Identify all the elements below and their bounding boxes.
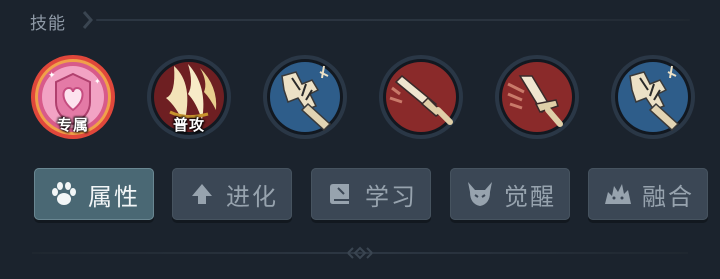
skill-5[interactable]	[494, 54, 580, 140]
paw-icon	[52, 182, 76, 205]
chevron-right-icon	[82, 11, 93, 29]
tab-awaken-label: 觉醒	[504, 182, 556, 211]
svg-text:✦: ✦	[48, 71, 56, 81]
skill-3[interactable]	[262, 54, 348, 140]
book-icon	[330, 184, 349, 204]
tab-learn[interactable]: 学习	[311, 168, 431, 220]
tab-evolve[interactable]: 进化	[172, 168, 292, 220]
skill-exclusive[interactable]: ✦ ✦ 专属	[30, 54, 116, 140]
tab-fuse[interactable]: 融合	[588, 168, 708, 220]
horned-demon-icon	[468, 182, 492, 206]
skill-basic-attack-label: 普攻	[172, 116, 205, 134]
tab-attributes-label: 属性	[88, 182, 140, 211]
tab-fuse-label: 融合	[642, 182, 694, 211]
section-title: 技能	[30, 14, 66, 34]
cracked-hammer-icon	[263, 55, 347, 139]
sword-thrust-icon	[379, 55, 463, 139]
tab-learn-label: 学习	[365, 182, 417, 211]
tab-awaken[interactable]: 觉醒	[450, 168, 570, 220]
svg-text:✦: ✦	[94, 77, 101, 86]
tab-evolve-label: 进化	[226, 182, 278, 211]
fusion-creature-icon	[605, 184, 631, 204]
cracked-hammer-icon	[611, 55, 695, 139]
up-arrow-icon	[192, 184, 212, 204]
skill-4[interactable]	[378, 54, 464, 140]
diamond-ornament-icon	[347, 246, 373, 260]
skill-6[interactable]	[610, 54, 696, 140]
tab-attributes[interactable]: 属性	[34, 168, 154, 220]
section-divider	[96, 19, 690, 21]
sword-dash-icon	[495, 55, 579, 139]
skill-exclusive-label: 专属	[56, 116, 89, 134]
skill-basic-attack[interactable]: 普攻	[146, 54, 232, 140]
